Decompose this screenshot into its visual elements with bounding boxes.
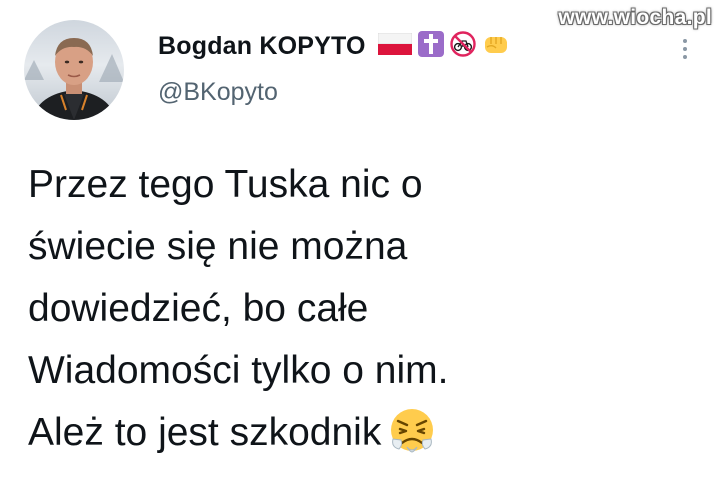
tweet-text: Przez tego Tuska nic o świecie się nie m… <box>28 154 708 472</box>
tweet-card: Bogdan KOPYTO @BKopyto www.wiocha.pl Prz… <box>0 0 720 486</box>
avatar[interactable] <box>24 20 124 120</box>
watermark: www.wiocha.pl <box>558 6 712 29</box>
tweet-text-line: dowiedzieć, bo całe <box>28 287 369 330</box>
name-badges <box>377 30 510 62</box>
tweet-header: Bogdan KOPYTO @BKopyto <box>158 28 510 107</box>
display-name[interactable]: Bogdan KOPYTO <box>158 32 366 61</box>
tweet-text-line: Przez tego Tuska nic o <box>28 163 423 206</box>
fist-icon <box>482 31 510 62</box>
user-handle[interactable]: @BKopyto <box>158 78 510 107</box>
persevering-face-icon <box>389 407 435 472</box>
tweet-text-line-last: Ależ to jest szkodnik <box>28 402 708 472</box>
dot-icon <box>683 39 687 43</box>
tweet-text-line: świecie się nie można <box>28 225 408 268</box>
tweet-text-line: Ależ to jest szkodnik <box>28 411 382 454</box>
cross-icon <box>417 30 444 62</box>
dot-icon <box>683 47 687 51</box>
poland-flag-icon <box>377 32 413 60</box>
name-row: Bogdan KOPYTO <box>158 28 510 64</box>
more-options-button[interactable] <box>680 36 690 64</box>
tweet-text-line: Wiadomości tylko o nim. <box>28 349 449 392</box>
dot-icon <box>683 55 687 59</box>
no-bicycle-icon <box>450 30 476 62</box>
